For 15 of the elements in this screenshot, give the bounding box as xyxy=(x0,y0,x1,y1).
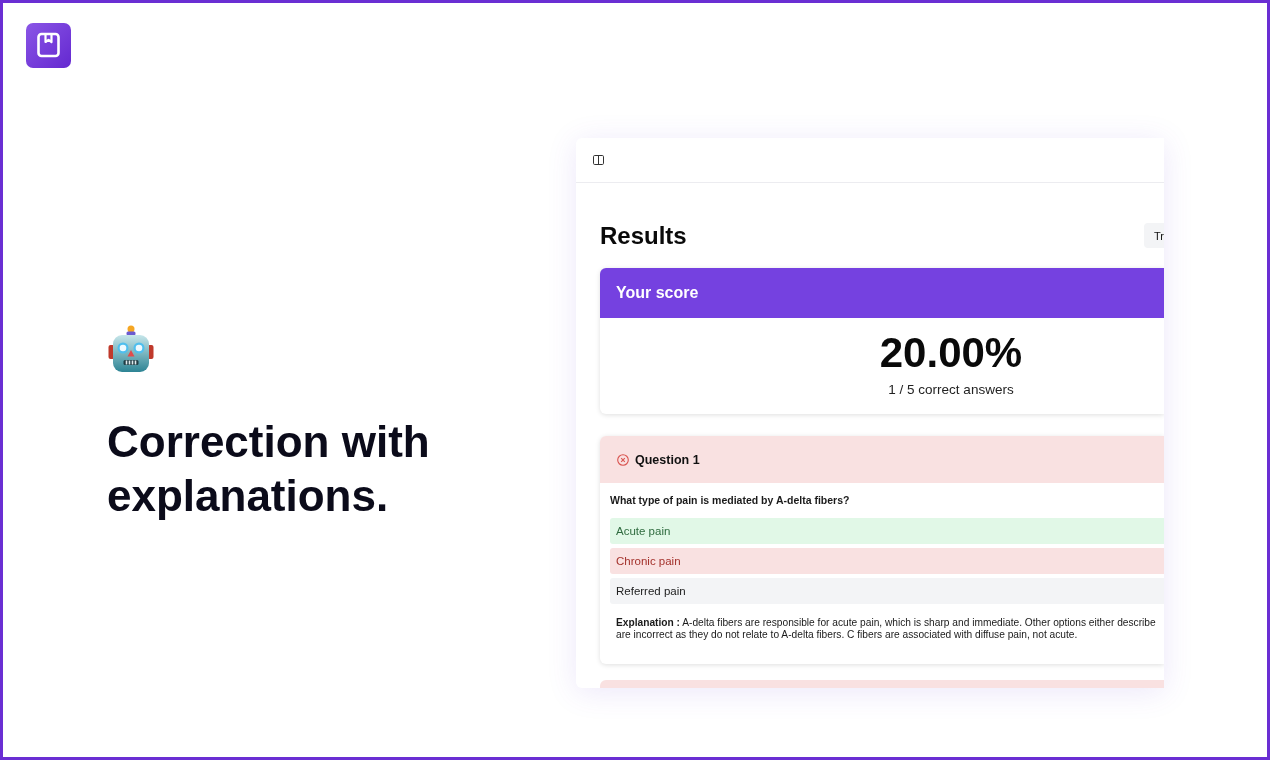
question-title: Question 1 xyxy=(635,452,700,467)
panel-icon[interactable] xyxy=(593,155,604,165)
question-text: What type of pain is mediated by A-delta fibers? xyxy=(610,493,851,507)
explanation-text: Explanation : A-delta fibers are responsible for acute pain, which is sharp and immediate. Other options either describe are incorrect as they do not relate to A-delta fibers. C fibers are associated with diffuse pain, not acute. xyxy=(616,617,1157,641)
score-percent: 20.00% xyxy=(879,330,1023,376)
hero-heading: Correction with explanations. xyxy=(107,416,431,522)
robot-icon xyxy=(107,325,155,373)
score-summary: 1 / 5 correct answers xyxy=(888,382,1014,397)
answer-option: Referred pain xyxy=(610,578,1164,604)
answer-option: Chronic pain xyxy=(610,548,1164,574)
score-header: Your score xyxy=(600,268,1164,318)
page-title: Results xyxy=(600,221,687,250)
action-button[interactable]: Tr xyxy=(1144,223,1164,248)
logo-icon xyxy=(26,23,71,68)
answer-option: Acute pain xyxy=(610,518,1164,544)
